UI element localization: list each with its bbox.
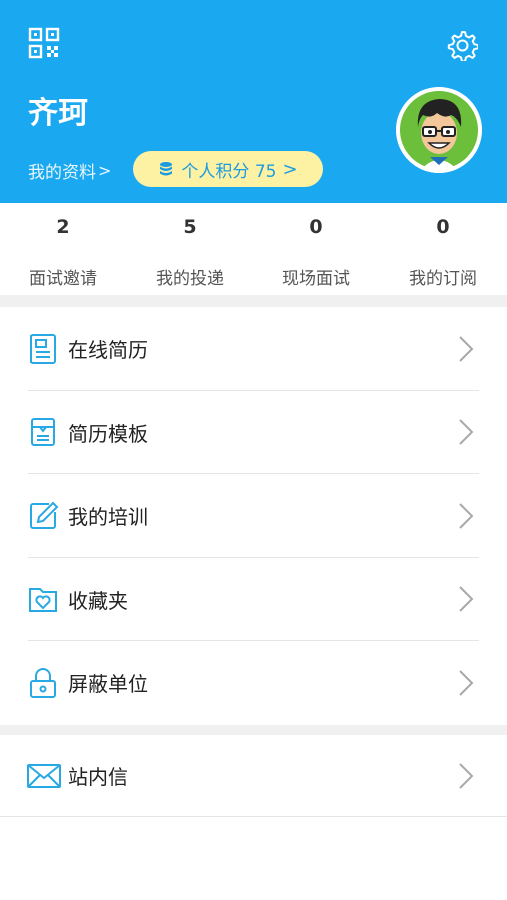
menu-item-label: 站内信: [68, 765, 128, 789]
stat-label: 我的订阅: [409, 269, 477, 289]
chevron-right-icon: [459, 586, 474, 612]
points-label: 个人积分 75: [181, 161, 277, 182]
stat-value: 5: [183, 216, 197, 238]
stat-interview-invitations[interactable]: 2 面试邀请: [0, 203, 126, 295]
personal-points-button[interactable]: 个人积分 75 >: [133, 151, 323, 187]
chevron-right-icon: [459, 762, 474, 789]
chevron-right-icon: [459, 419, 474, 445]
qr-code-icon[interactable]: [28, 27, 60, 59]
menu-item-label: 我的培训: [68, 505, 148, 530]
chevron-right-icon: >: [98, 161, 112, 180]
stat-my-applications[interactable]: 5 我的投递: [127, 203, 253, 295]
stat-value: 0: [436, 216, 450, 238]
stat-label: 面试邀请: [29, 269, 97, 289]
mail-icon: [27, 763, 61, 788]
lock-icon: [30, 667, 56, 698]
my-profile-link[interactable]: 我的资料 >: [28, 158, 111, 183]
user-name: 齐珂: [28, 96, 88, 131]
section-divider: [0, 725, 507, 735]
chevron-right-icon: [459, 670, 474, 696]
stat-my-subscriptions[interactable]: 0 我的订阅: [380, 203, 506, 295]
menu-item-label: 屏蔽单位: [68, 672, 148, 697]
resume-icon: [30, 333, 56, 364]
menu-list: 在线简历 简历模板 我的培训 收藏夹 屏蔽单位: [0, 307, 507, 725]
chevron-right-icon: [459, 336, 474, 362]
chevron-right-icon: [459, 503, 474, 529]
menu-item-label: 收藏夹: [68, 588, 128, 613]
stat-label: 我的投递: [156, 269, 224, 289]
avatar-image: [396, 87, 482, 173]
chevron-right-icon: >: [282, 158, 298, 180]
menu-item-favorites[interactable]: 收藏夹: [0, 558, 507, 641]
stat-value: 0: [309, 216, 323, 238]
stat-value: 2: [56, 216, 70, 238]
template-icon: [31, 418, 55, 447]
favorite-folder-icon: [29, 588, 57, 613]
gear-icon[interactable]: [446, 29, 478, 61]
menu-item-inbox[interactable]: 站内信: [0, 735, 507, 817]
stat-label: 现场面试: [282, 269, 350, 289]
menu-item-online-resume[interactable]: 在线简历: [0, 307, 507, 391]
stat-onsite-interviews[interactable]: 0 现场面试: [253, 203, 379, 295]
profile-header: 齐珂 我的资料 > 个人积分 75 >: [0, 0, 507, 203]
menu-item-my-training[interactable]: 我的培训: [0, 474, 507, 558]
menu-item-label: 在线简历: [68, 338, 148, 363]
edit-icon: [30, 501, 59, 529]
stats-bar: 2 面试邀请 5 我的投递 0 现场面试 0 我的订阅: [0, 203, 507, 295]
menu-item-label: 简历模板: [68, 421, 148, 446]
section-divider: [0, 295, 507, 307]
menu-item-blocked-companies[interactable]: 屏蔽单位: [0, 641, 507, 725]
coins-icon: [160, 162, 173, 176]
profile-link-label: 我的资料: [28, 163, 96, 183]
avatar[interactable]: [396, 87, 482, 173]
menu-item-resume-templates[interactable]: 简历模板: [0, 391, 507, 474]
